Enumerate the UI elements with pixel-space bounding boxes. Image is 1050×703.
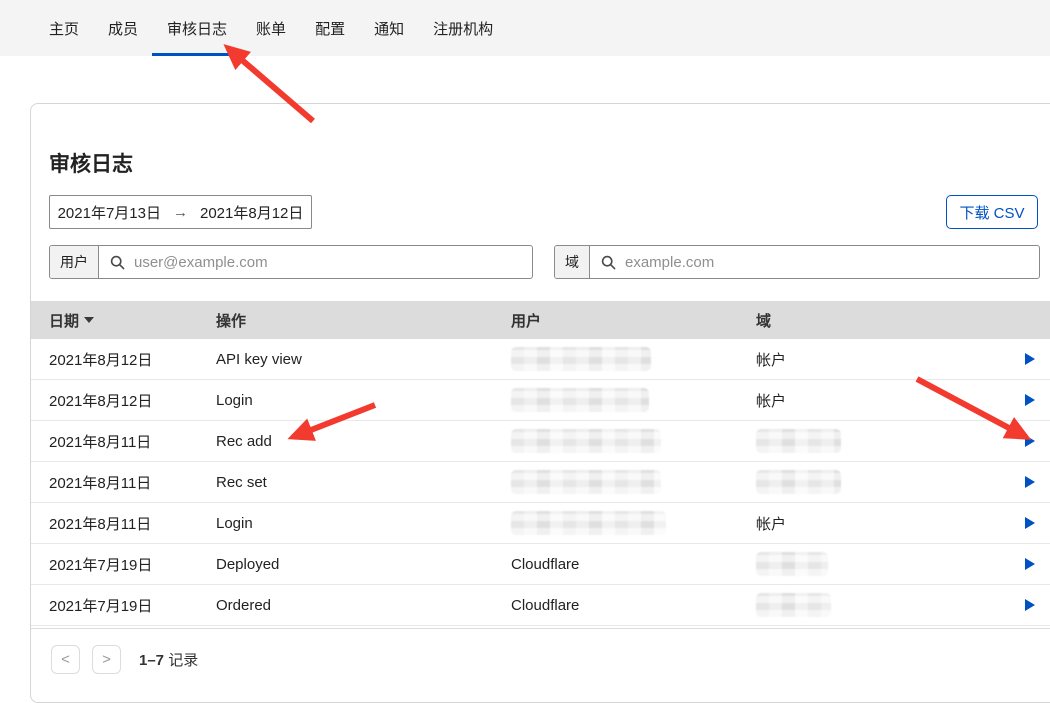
column-header-date[interactable]: 日期 — [49, 310, 216, 331]
search-icon — [110, 255, 125, 270]
cell-user: Cloudflare — [511, 556, 756, 573]
table-row[interactable]: 2021年7月19日DeployedCloudflare — [31, 544, 1050, 585]
cell-domain — [756, 552, 1021, 576]
redacted-blur — [511, 347, 651, 371]
download-csv-button[interactable]: 下载 CSV — [946, 195, 1038, 229]
date-range-end: 2021年8月12日 — [200, 202, 303, 223]
date-range-start: 2021年7月13日 — [58, 202, 161, 223]
cell-user — [511, 470, 756, 494]
row-expand-button[interactable] — [1021, 595, 1047, 615]
cell-user — [511, 347, 756, 371]
cell-domain — [756, 470, 1021, 494]
table-row[interactable]: 2021年8月11日Rec set — [31, 462, 1050, 503]
table-row[interactable]: 2021年8月12日Login 帐户 — [31, 380, 1050, 421]
pagination-summary: 1–7 记录 — [139, 649, 198, 670]
table-row[interactable]: 2021年8月11日Rec add — [31, 421, 1050, 462]
cell-date: 2021年8月11日 — [49, 431, 216, 452]
nav-tab[interactable]: 主页 — [47, 0, 81, 56]
date-range-picker[interactable]: 2021年7月13日 → 2021年8月12日 — [49, 195, 312, 229]
domain-search-input[interactable] — [623, 253, 1028, 272]
domain-filter-label: 域 — [555, 246, 590, 278]
cell-date: 2021年8月11日 — [49, 472, 216, 493]
redacted-blur — [756, 429, 841, 453]
chevron-right-icon — [1025, 476, 1035, 488]
cell-date: 2021年7月19日 — [49, 595, 216, 616]
page-title: 审核日志 — [49, 148, 133, 178]
audit-log-card: 审核日志 2021年7月13日 → 2021年8月12日 下载 CSV 用户 域… — [30, 103, 1050, 703]
nav-tab-active[interactable]: 审核日志 — [165, 0, 229, 56]
cell-date: 2021年8月12日 — [49, 349, 216, 370]
cell-action: Login — [216, 392, 511, 409]
chevron-right-icon — [1025, 558, 1035, 570]
chevron-right-icon — [1025, 599, 1035, 611]
user-search-input[interactable] — [132, 253, 521, 272]
chevron-right-icon — [1025, 353, 1035, 365]
cell-user: Cloudflare — [511, 597, 756, 614]
pagination-range: 1–7 — [139, 652, 164, 669]
cell-user — [511, 511, 756, 535]
row-expand-button[interactable] — [1021, 390, 1047, 410]
table-row[interactable]: 2021年8月11日Login 帐户 — [31, 503, 1050, 544]
audit-log-table: 日期 操作 用户 域 2021年8月12日API key view帐户2021年… — [31, 301, 1050, 626]
table-row[interactable]: 2021年7月19日OrderedCloudflare — [31, 585, 1050, 626]
cell-user — [511, 388, 756, 412]
nav-tab[interactable]: 通知 — [372, 0, 406, 56]
row-expand-button[interactable] — [1021, 431, 1047, 451]
chevron-right-icon — [1025, 435, 1035, 447]
chevron-right-icon — [1025, 394, 1035, 406]
cell-action: Deployed — [216, 556, 511, 573]
cell-domain — [756, 429, 1021, 453]
chevron-right-icon — [1025, 517, 1035, 529]
date-range-arrow-icon: → — [173, 204, 188, 221]
cell-action: Rec add — [216, 433, 511, 450]
search-icon — [601, 255, 616, 270]
cell-domain: 帐户 — [756, 390, 1021, 411]
nav-tab[interactable]: 账单 — [254, 0, 288, 56]
cell-domain: 帐户 — [756, 349, 1021, 370]
redacted-blur — [511, 388, 649, 412]
table-row[interactable]: 2021年8月12日API key view 帐户 — [31, 339, 1050, 380]
prev-page-button[interactable]: < — [51, 645, 80, 674]
row-expand-button[interactable] — [1021, 554, 1047, 574]
cell-user — [511, 429, 756, 453]
pagination-unit: 记录 — [168, 652, 198, 669]
cell-domain: 帐户 — [756, 513, 1021, 534]
cell-action: Ordered — [216, 597, 511, 614]
table-body: 2021年8月12日API key view帐户2021年8月12日Login帐… — [31, 339, 1050, 626]
column-header-action[interactable]: 操作 — [216, 310, 511, 331]
cell-date: 2021年7月19日 — [49, 554, 216, 575]
row-expand-button[interactable] — [1021, 513, 1047, 533]
nav-tab[interactable]: 成员 — [106, 0, 140, 56]
cell-date: 2021年8月11日 — [49, 513, 216, 534]
redacted-blur — [511, 470, 661, 494]
user-filter-group: 用户 — [49, 245, 533, 279]
redacted-blur — [511, 511, 666, 535]
redacted-blur — [511, 429, 661, 453]
table-header-row: 日期 操作 用户 域 — [31, 301, 1050, 339]
row-expand-button[interactable] — [1021, 472, 1047, 492]
row-expand-button[interactable] — [1021, 349, 1047, 369]
redacted-blur — [756, 470, 841, 494]
cell-date: 2021年8月12日 — [49, 390, 216, 411]
column-header-domain[interactable]: 域 — [756, 310, 1021, 331]
pagination: < > 1–7 记录 — [31, 628, 1050, 690]
cell-action: Rec set — [216, 474, 511, 491]
domain-filter-input-wrap — [590, 246, 1039, 278]
cell-action: Login — [216, 515, 511, 532]
nav-tab[interactable]: 注册机构 — [431, 0, 495, 56]
redacted-blur — [756, 593, 831, 617]
cell-domain — [756, 593, 1021, 617]
nav-tabs: 主页成员审核日志账单配置通知注册机构 — [0, 0, 1050, 56]
user-filter-label: 用户 — [50, 246, 99, 278]
sort-desc-icon — [84, 317, 94, 323]
domain-filter-group: 域 — [554, 245, 1040, 279]
next-page-button[interactable]: > — [92, 645, 121, 674]
column-header-user[interactable]: 用户 — [511, 310, 756, 331]
user-filter-input-wrap — [99, 246, 532, 278]
nav-tab[interactable]: 配置 — [313, 0, 347, 56]
cell-action: API key view — [216, 351, 511, 368]
redacted-blur — [756, 552, 828, 576]
